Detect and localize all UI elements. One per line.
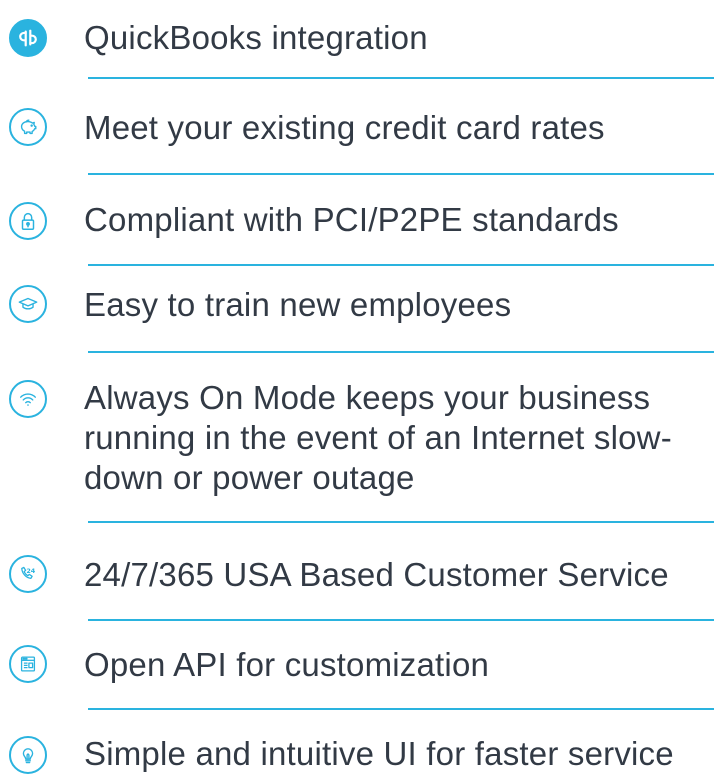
feature-label: Always On Mode keeps your business runni… (84, 379, 672, 496)
quickbooks-icon (9, 19, 47, 57)
feature-label: QuickBooks integration (84, 19, 428, 56)
phone-24-icon: 24 (9, 555, 47, 593)
wifi-icon (9, 380, 47, 418)
divider (88, 173, 714, 175)
divider (88, 619, 714, 621)
svg-text:24: 24 (26, 567, 35, 575)
divider (88, 351, 714, 353)
divider (88, 521, 714, 523)
browser-window-icon (9, 645, 47, 683)
lightbulb-icon (9, 736, 47, 774)
divider (88, 264, 714, 266)
divider (88, 77, 714, 79)
lock-icon (9, 202, 47, 240)
feature-label: 24/7/365 USA Based Customer Service (84, 556, 669, 593)
piggy-bank-icon (9, 108, 47, 146)
feature-label: Easy to train new employees (84, 286, 512, 323)
feature-label: Meet your existing credit card rates (84, 109, 605, 146)
feature-list: QuickBooks integration Meet your existin… (0, 0, 714, 776)
feature-label: Simple and intuitive UI for faster servi… (84, 735, 674, 772)
divider (88, 708, 714, 710)
graduation-cap-icon (9, 285, 47, 323)
feature-label: Compliant with PCI/P2PE standards (84, 201, 619, 238)
feature-label: Open API for customization (84, 646, 490, 683)
